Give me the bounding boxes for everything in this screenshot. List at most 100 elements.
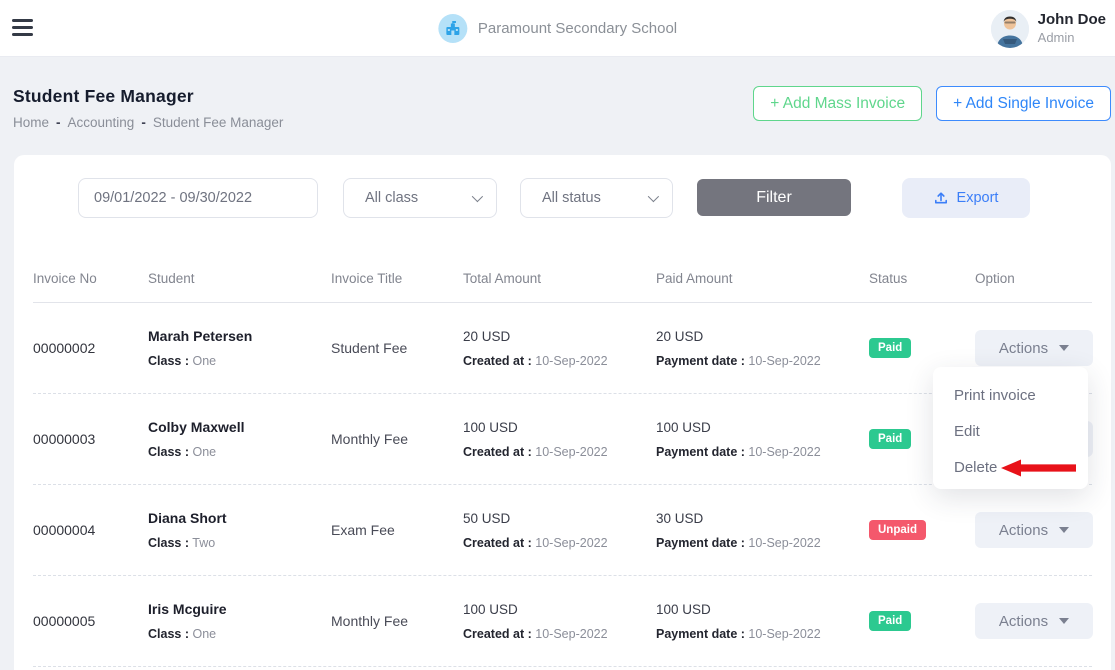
class-label: Class :	[148, 445, 189, 459]
class-label: Class :	[148, 627, 189, 641]
created-at-label: Created at :	[463, 354, 532, 368]
top-bar: Paramount Secondary School John Doe Admi…	[0, 0, 1115, 57]
actions-button[interactable]: Actions	[975, 512, 1093, 548]
caret-down-icon	[1059, 618, 1069, 624]
created-at-value: 10-Sep-2022	[535, 445, 607, 459]
upload-icon	[934, 191, 948, 205]
date-range-input[interactable]: 09/01/2022 - 09/30/2022	[78, 178, 318, 218]
paid-amount: 20 USD	[656, 329, 869, 344]
actions-label: Actions	[999, 522, 1048, 539]
payment-date-value: 10-Sep-2022	[748, 627, 820, 641]
invoice-no: 00000002	[33, 340, 148, 356]
actions-button[interactable]: Actions	[975, 603, 1093, 639]
export-label: Export	[957, 190, 999, 206]
user-name: John Doe	[1038, 11, 1106, 30]
student-name: Iris Mcguire	[148, 601, 331, 617]
table-row: 00000004 Diana Short Class : Two Exam Fe…	[33, 485, 1092, 576]
page-title: Student Fee Manager	[13, 86, 283, 107]
created-at-label: Created at :	[463, 445, 532, 459]
total-amount: 100 USD	[463, 602, 656, 617]
created-at-value: 10-Sep-2022	[535, 627, 607, 641]
table-row: 00000005 Iris Mcguire Class : One Monthl…	[33, 576, 1092, 667]
user-menu[interactable]: John Doe Admin	[991, 0, 1106, 57]
breadcrumb-separator: -	[56, 115, 61, 130]
payment-date-value: 10-Sep-2022	[748, 445, 820, 459]
breadcrumb-home[interactable]: Home	[13, 115, 49, 130]
class-value: One	[192, 627, 216, 641]
invoice-title: Student Fee	[331, 340, 463, 356]
created-at-label: Created at :	[463, 627, 532, 641]
payment-date-label: Payment date :	[656, 536, 745, 550]
actions-button[interactable]: Actions	[975, 330, 1093, 366]
page-head: Student Fee Manager Home - Accounting - …	[13, 86, 1111, 130]
class-value: One	[192, 445, 216, 459]
table-header-row: Invoice No Student Invoice Title Total A…	[33, 255, 1092, 303]
add-mass-invoice-button[interactable]: + Add Mass Invoice	[753, 86, 922, 121]
filter-bar: 09/01/2022 - 09/30/2022 All class All st…	[78, 178, 1030, 218]
annotation-arrow-icon	[1000, 459, 1078, 477]
col-header-invoice-title: Invoice Title	[331, 271, 463, 286]
caret-down-icon	[1059, 345, 1069, 351]
invoice-no: 00000003	[33, 431, 148, 447]
col-header-status: Status	[869, 271, 975, 286]
status-badge: Unpaid	[869, 520, 926, 540]
col-header-paid-amount: Paid Amount	[656, 271, 869, 286]
class-filter-select[interactable]: All class	[343, 178, 497, 218]
payment-date-value: 10-Sep-2022	[748, 536, 820, 550]
payment-date-label: Payment date :	[656, 627, 745, 641]
status-badge: Paid	[869, 611, 911, 631]
actions-label: Actions	[999, 340, 1048, 357]
chevron-down-icon	[648, 191, 659, 202]
actions-label: Actions	[999, 613, 1048, 630]
hamburger-menu-icon[interactable]	[12, 19, 33, 37]
total-amount: 100 USD	[463, 420, 656, 435]
total-amount: 50 USD	[463, 511, 656, 526]
school-brand: Paramount Secondary School	[438, 0, 677, 57]
status-badge: Paid	[869, 429, 911, 449]
avatar	[991, 10, 1029, 48]
col-header-student: Student	[148, 271, 331, 286]
user-role: Admin	[1038, 30, 1106, 46]
paid-amount: 100 USD	[656, 420, 869, 435]
created-at-value: 10-Sep-2022	[535, 354, 607, 368]
class-value: Two	[192, 536, 215, 550]
col-header-invoice-no: Invoice No	[33, 271, 148, 286]
student-name: Colby Maxwell	[148, 419, 331, 435]
invoice-title: Exam Fee	[331, 522, 463, 538]
created-at-label: Created at :	[463, 536, 532, 550]
status-filter-select[interactable]: All status	[520, 178, 673, 218]
class-label: Class :	[148, 354, 189, 368]
class-value: One	[192, 354, 216, 368]
class-filter-value: All class	[365, 190, 418, 206]
col-header-total-amount: Total Amount	[463, 271, 656, 286]
invoice-title: Monthly Fee	[331, 431, 463, 447]
paid-amount: 100 USD	[656, 602, 869, 617]
payment-date-label: Payment date :	[656, 445, 745, 459]
chevron-down-icon	[472, 191, 483, 202]
school-name: Paramount Secondary School	[478, 20, 677, 37]
class-label: Class :	[148, 536, 189, 550]
invoice-no: 00000005	[33, 613, 148, 629]
export-button[interactable]: Export	[902, 178, 1030, 218]
breadcrumb: Home - Accounting - Student Fee Manager	[13, 115, 283, 130]
menu-item-edit[interactable]: Edit	[933, 413, 1088, 449]
invoice-no: 00000004	[33, 522, 148, 538]
student-name: Diana Short	[148, 510, 331, 526]
add-single-invoice-button[interactable]: + Add Single Invoice	[936, 86, 1111, 121]
invoice-title: Monthly Fee	[331, 613, 463, 629]
payment-date-value: 10-Sep-2022	[748, 354, 820, 368]
menu-item-print-invoice[interactable]: Print invoice	[933, 377, 1088, 413]
paid-amount: 30 USD	[656, 511, 869, 526]
breadcrumb-accounting[interactable]: Accounting	[68, 115, 135, 130]
payment-date-label: Payment date :	[656, 354, 745, 368]
total-amount: 20 USD	[463, 329, 656, 344]
status-filter-value: All status	[542, 190, 601, 206]
breadcrumb-current: Student Fee Manager	[153, 115, 284, 130]
breadcrumb-separator: -	[141, 115, 146, 130]
col-header-option: Option	[975, 271, 1092, 286]
school-icon	[438, 14, 467, 43]
status-badge: Paid	[869, 338, 911, 358]
filter-button[interactable]: Filter	[697, 179, 851, 216]
student-name: Marah Petersen	[148, 328, 331, 344]
caret-down-icon	[1059, 527, 1069, 533]
